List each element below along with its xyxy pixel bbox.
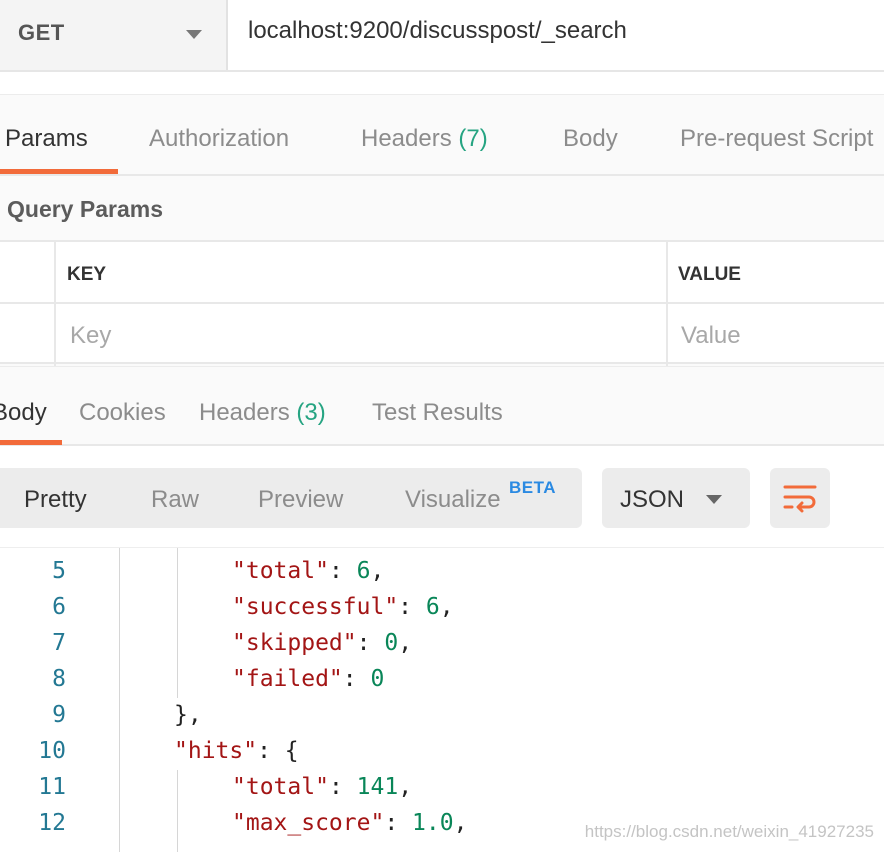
active-tab-indicator bbox=[0, 440, 62, 445]
key-input[interactable]: Key bbox=[70, 322, 111, 350]
key-column-header: KEY bbox=[67, 264, 107, 285]
code-line: "total": 6, bbox=[232, 558, 385, 584]
wrap-lines-icon bbox=[783, 485, 817, 513]
json-number: 0 bbox=[370, 666, 385, 692]
line-number: 11 bbox=[38, 774, 66, 800]
request-url-bar: GET localhost:9200/discusspost/_search bbox=[0, 0, 884, 72]
row-divider bbox=[0, 302, 884, 304]
line-number: 5 bbox=[52, 558, 66, 584]
code-line: "failed": 0 bbox=[232, 666, 385, 692]
json-number: 6 bbox=[356, 558, 371, 584]
line-number: 9 bbox=[52, 702, 66, 728]
tab-test-results[interactable]: Test Results bbox=[372, 399, 503, 427]
code-line: "skipped": 0, bbox=[232, 630, 413, 656]
code-punctuation: , bbox=[398, 774, 413, 800]
code-punctuation: , bbox=[398, 630, 413, 656]
tab-params[interactable]: Params bbox=[5, 125, 88, 153]
code-punctuation: , bbox=[439, 594, 454, 620]
code-punctuation: }, bbox=[174, 702, 202, 728]
headers-count: (7) bbox=[458, 125, 488, 152]
tab-headers[interactable]: Headers (7) bbox=[361, 125, 488, 153]
query-params-section: Query Params KEY VALUE Key Value bbox=[0, 176, 884, 366]
preview-button[interactable]: Preview bbox=[258, 486, 343, 514]
indent-guide bbox=[177, 770, 178, 852]
code-line: "total": 141, bbox=[232, 774, 413, 800]
line-number: 6 bbox=[52, 594, 66, 620]
value-column-header: VALUE bbox=[678, 264, 741, 285]
line-number: 7 bbox=[52, 630, 66, 656]
json-key: "total" bbox=[232, 558, 329, 584]
tab-authorization[interactable]: Authorization bbox=[149, 125, 289, 153]
url-input[interactable]: localhost:9200/discusspost/_search bbox=[248, 17, 627, 45]
json-number: 1.0 bbox=[412, 810, 454, 836]
response-headers-count: (3) bbox=[296, 399, 326, 426]
json-key: "successful" bbox=[232, 594, 399, 620]
spacer bbox=[0, 72, 884, 94]
query-params-title: Query Params bbox=[7, 196, 163, 222]
column-divider bbox=[666, 242, 668, 366]
response-tabs: Body Cookies Headers (3) Test Results bbox=[0, 366, 884, 446]
value-input[interactable]: Value bbox=[681, 322, 741, 350]
pretty-button[interactable]: Pretty bbox=[24, 486, 87, 514]
tab-response-headers[interactable]: Headers (3) bbox=[199, 399, 326, 427]
json-key: "failed" bbox=[232, 666, 343, 692]
code-line: }, bbox=[174, 702, 202, 728]
active-tab-indicator bbox=[0, 169, 118, 174]
json-key: "total" bbox=[232, 774, 329, 800]
code-punctuation: , bbox=[453, 810, 468, 836]
method-select[interactable]: GET bbox=[0, 0, 228, 70]
chevron-down-icon bbox=[706, 495, 722, 504]
response-viewer-toolbar: Pretty Raw Preview Visualize BETA JSON bbox=[0, 446, 884, 548]
query-params-table: KEY VALUE Key Value bbox=[0, 240, 884, 366]
json-key: "skipped" bbox=[232, 630, 357, 656]
beta-badge: BETA bbox=[509, 478, 557, 497]
wrap-lines-button[interactable] bbox=[770, 468, 830, 528]
tab-response-body[interactable]: Body bbox=[0, 399, 47, 427]
indent-guide bbox=[177, 548, 178, 698]
tab-cookies[interactable]: Cookies bbox=[79, 399, 166, 427]
code-line: "max_score": 1.0, bbox=[232, 810, 468, 836]
line-number: 8 bbox=[52, 666, 66, 692]
indent-guide bbox=[119, 548, 120, 852]
format-select[interactable]: JSON bbox=[602, 468, 750, 528]
json-key: "hits" bbox=[174, 738, 258, 764]
response-body-code: 5 "total": 6, 6 "successful": 6, 7 "skipped":… bbox=[0, 548, 884, 852]
tab-body[interactable]: Body bbox=[563, 125, 618, 153]
json-number: 141 bbox=[356, 774, 399, 800]
format-label: JSON bbox=[620, 486, 685, 513]
line-number: 12 bbox=[38, 810, 66, 836]
watermark: https://blog.csdn.net/weixin_41927235 bbox=[584, 822, 874, 841]
raw-button[interactable]: Raw bbox=[151, 486, 199, 514]
code-punctuation: , bbox=[370, 558, 385, 584]
code-punctuation: { bbox=[284, 738, 299, 764]
method-label: GET bbox=[18, 20, 65, 45]
line-number: 10 bbox=[38, 738, 66, 764]
request-tabs: Params Authorization Headers (7) Body Pr… bbox=[0, 94, 884, 176]
code-line: "successful": 6, bbox=[232, 594, 454, 620]
view-mode-segmented-control: Pretty Raw Preview Visualize BETA bbox=[0, 468, 582, 528]
code-line: "hits": { bbox=[174, 738, 299, 764]
chevron-down-icon bbox=[186, 30, 202, 39]
json-key: "max_score" bbox=[232, 810, 385, 836]
visualize-button[interactable]: Visualize BETA bbox=[405, 478, 556, 514]
json-number: 0 bbox=[384, 630, 399, 656]
tab-pre-request-script[interactable]: Pre-request Script bbox=[680, 125, 873, 153]
column-divider bbox=[54, 242, 56, 366]
json-number: 6 bbox=[425, 594, 440, 620]
